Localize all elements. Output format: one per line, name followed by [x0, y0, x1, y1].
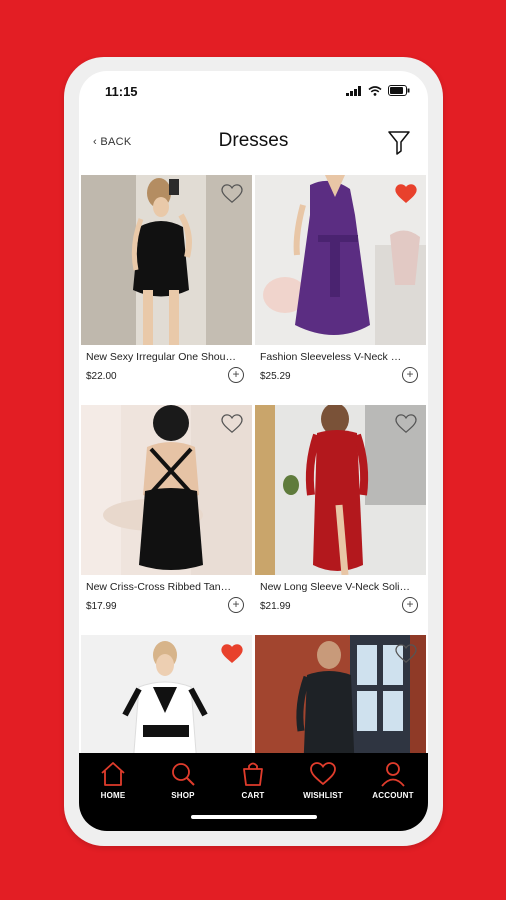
nav-home-label: HOME: [100, 791, 126, 800]
wifi-icon: [368, 85, 382, 96]
search-icon: [172, 763, 195, 786]
nav-shop-label: SHOP: [171, 791, 195, 800]
home-indicator: [191, 815, 317, 819]
user-icon: [381, 762, 405, 787]
nav-account-label: ACCOUNT: [372, 791, 414, 800]
add-to-cart-button[interactable]: +: [402, 367, 418, 383]
nav-cart-label: CART: [241, 791, 265, 800]
product-name[interactable]: New Long Sleeve V-Neck Solid Dress: [260, 581, 410, 593]
status-bar: 11:15: [79, 71, 428, 111]
product-price: $17.99: [86, 601, 117, 612]
product-price: $25.29: [260, 371, 291, 382]
filter-icon[interactable]: [388, 131, 410, 155]
shopping-bag-icon: [243, 762, 263, 786]
heart-icon[interactable]: [221, 644, 243, 664]
page-header: ‹ BACK Dresses: [79, 123, 428, 163]
status-time: 11:15: [105, 84, 138, 99]
nav-shop[interactable]: SHOP: [153, 761, 213, 800]
nav-account[interactable]: ACCOUNT: [363, 761, 423, 800]
home-icon: [101, 762, 125, 786]
nav-wishlist[interactable]: WISHLIST: [293, 761, 353, 800]
app-screen: 11:15 ‹ BACK Dresses New Sexy Irregular …: [79, 71, 428, 831]
page-title: Dresses: [218, 130, 289, 151]
product-card[interactable]: New Sexy Irregular One Shoulder Dress $2…: [81, 175, 252, 397]
add-to-cart-button[interactable]: +: [402, 597, 418, 613]
product-card[interactable]: New Criss-Cross Ribbed Tank Dress $17.99…: [81, 405, 252, 627]
heart-icon[interactable]: [395, 414, 417, 434]
heart-icon: [310, 762, 336, 786]
status-icons: [346, 85, 410, 96]
heart-icon[interactable]: [395, 644, 417, 664]
heart-icon[interactable]: [395, 184, 417, 204]
heart-icon[interactable]: [221, 184, 243, 204]
product-name[interactable]: New Sexy Irregular One Shoulder Dress: [86, 351, 236, 363]
signal-icon: [346, 85, 361, 96]
add-to-cart-button[interactable]: +: [228, 367, 244, 383]
heart-icon[interactable]: [221, 414, 243, 434]
battery-icon: [388, 85, 410, 96]
product-price: $21.99: [260, 601, 291, 612]
nav-home[interactable]: HOME: [83, 761, 143, 800]
product-name[interactable]: Fashion Sleeveless V-Neck Wrap Dress: [260, 351, 410, 363]
nav-wishlist-label: WISHLIST: [303, 791, 343, 800]
product-name[interactable]: New Criss-Cross Ribbed Tank Dress: [86, 581, 236, 593]
product-card[interactable]: Fashion Sleeveless V-Neck Wrap Dress $25…: [255, 175, 426, 397]
bottom-nav: HOME SHOP CART WISHLIST ACCOUNT: [79, 753, 428, 831]
nav-cart[interactable]: CART: [223, 761, 283, 800]
product-card[interactable]: New Long Sleeve V-Neck Solid Dress $21.9…: [255, 405, 426, 627]
add-to-cart-button[interactable]: +: [228, 597, 244, 613]
product-price: $22.00: [86, 371, 117, 382]
